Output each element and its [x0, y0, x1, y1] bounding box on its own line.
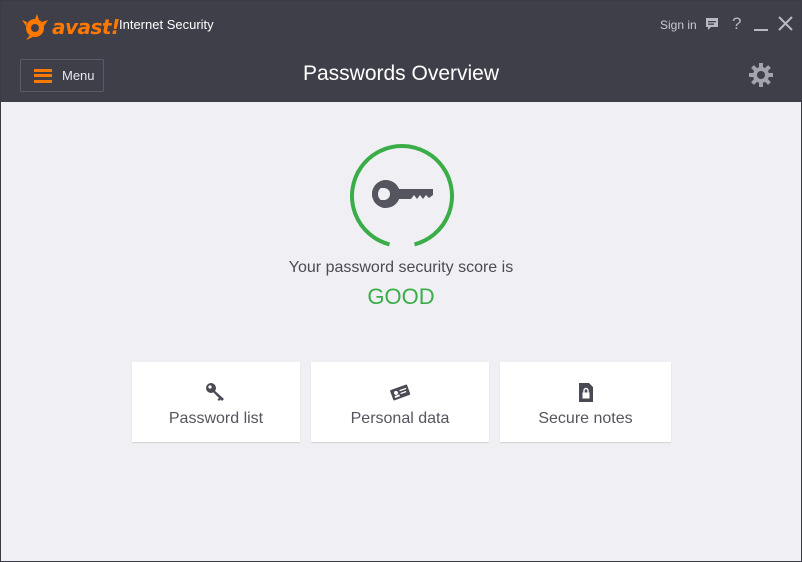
card-label: Secure notes: [538, 410, 633, 427]
product-name: Internet Security: [119, 17, 214, 32]
app-window: avast! Internet Security Sign in ? Menu: [0, 0, 802, 562]
personal-data-card[interactable]: Personal data: [311, 362, 489, 442]
score-caption: Your password security score is: [288, 259, 514, 276]
card-label: Personal data: [350, 410, 450, 427]
menu-label: Menu: [62, 68, 95, 83]
score-value: GOOD: [367, 284, 435, 309]
card-label: Password list: [168, 410, 264, 427]
menu-button[interactable]: Menu: [20, 59, 104, 92]
help-icon[interactable]: ?: [732, 14, 741, 34]
avast-logo-icon: [22, 14, 48, 40]
locked-note-icon: [500, 382, 671, 403]
header-bar: avast! Internet Security Sign in ? Menu: [1, 1, 801, 102]
id-card-icon: [311, 382, 489, 402]
sign-in-link[interactable]: Sign in: [660, 18, 697, 32]
secure-notes-card[interactable]: Secure notes: [500, 362, 671, 442]
hamburger-icon: [34, 68, 52, 83]
page-title: Passwords Overview: [302, 62, 500, 85]
avast-logo: avast!: [20, 12, 120, 42]
minimize-icon[interactable]: [754, 18, 768, 37]
brand-name: avast!: [52, 15, 120, 39]
key-icon: [372, 180, 433, 208]
close-icon[interactable]: [778, 16, 793, 36]
chat-icon[interactable]: [705, 17, 719, 36]
key-icon: [132, 382, 300, 402]
password-list-card[interactable]: Password list: [132, 362, 300, 442]
gear-icon[interactable]: [748, 62, 774, 93]
security-score-ring: [349, 143, 455, 249]
